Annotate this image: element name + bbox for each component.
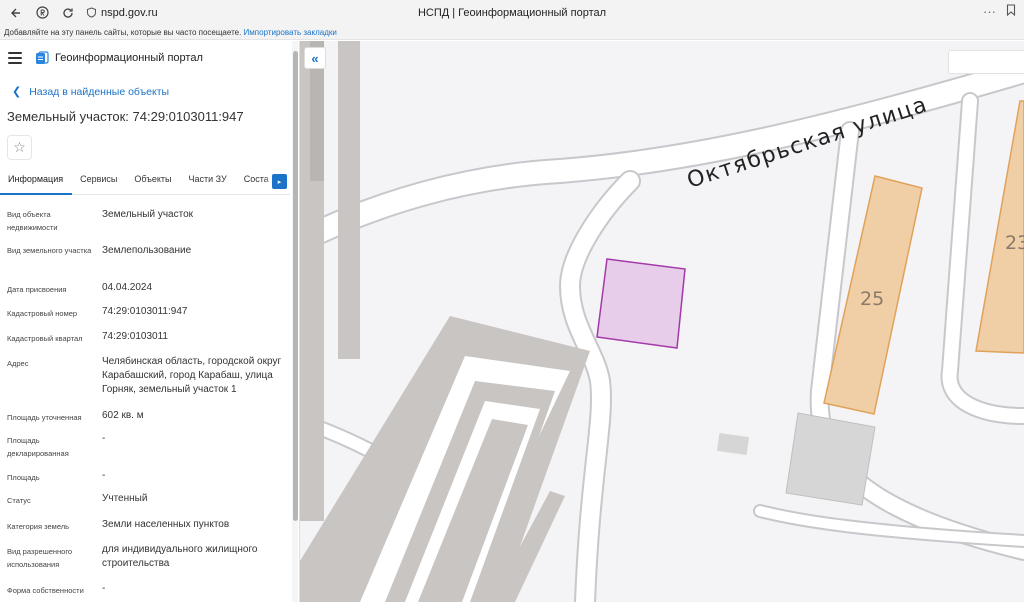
favorite-button[interactable]: ☆ xyxy=(7,135,32,160)
object-title: Земельный участок: 74:29:0103011:947 xyxy=(7,109,244,124)
status-value: Учтенный xyxy=(102,493,148,504)
double-chevron-left-icon: « xyxy=(311,50,319,66)
chevron-left-icon: ❮ xyxy=(12,86,22,98)
property-label: Площадь уточненная xyxy=(7,413,82,422)
bookmarks-bar: Добавляйте на эту панель сайты, которые … xyxy=(0,25,1024,40)
property-label: Статус xyxy=(7,496,31,505)
property-label: Кадастровый номер xyxy=(7,309,78,318)
map-view[interactable]: Октябрьская улица 25 23 xyxy=(300,41,1024,602)
import-bookmarks-link[interactable]: Импортировать закладки xyxy=(244,28,337,37)
property-label: Площадь xyxy=(7,473,40,482)
portal-logo-icon xyxy=(36,51,49,64)
property-label: Вид земельного участка xyxy=(7,246,92,255)
more-icon[interactable]: ··· xyxy=(983,4,996,19)
property-value: - xyxy=(102,433,106,444)
tabs-scroll-right-button[interactable]: ▸ xyxy=(272,174,287,189)
object-info-panel: Геоинформационный портал ❮ Назад в найде… xyxy=(0,41,300,602)
panel-scrollbar-thumb[interactable] xyxy=(293,51,298,521)
building-number-23: 23 xyxy=(1005,232,1024,254)
browser-tab-title: НСПД | Геоинформационный портал xyxy=(417,6,607,19)
property-value: Землепользование xyxy=(102,245,192,256)
property-value: Земли населенных пунктов xyxy=(102,519,230,530)
browser-toolbar: nspd.gov.ru НСПД | Геоинформационный пор… xyxy=(0,0,1024,25)
selected-parcel[interactable] xyxy=(596,258,686,349)
map-search-box[interactable] xyxy=(948,50,1024,74)
map-canvas[interactable]: Октябрьская улица 25 23 xyxy=(300,41,1024,602)
property-value: 602 кв. м xyxy=(102,410,144,421)
property-label: Категория земель xyxy=(7,522,70,531)
property-label: Площадь декларированная xyxy=(7,436,69,458)
property-value: 04.04.2024 xyxy=(102,282,153,293)
back-link-label: Назад в найденные объекты xyxy=(29,85,170,98)
property-value: - xyxy=(102,470,106,481)
bookmark-icon[interactable] xyxy=(1006,4,1016,19)
building-number-25: 25 xyxy=(860,288,884,310)
tab-objects[interactable]: Объекты xyxy=(126,169,180,195)
property-label: Кадастровый квартал xyxy=(7,334,83,343)
property-label: Вид разрешенного использования xyxy=(7,547,73,569)
collapse-panel-button[interactable]: « xyxy=(304,47,326,69)
tab-info[interactable]: Информация xyxy=(0,169,73,195)
property-label: Вид объекта недвижимости xyxy=(7,210,58,232)
property-label: Дата присвоения xyxy=(7,285,67,294)
address-value: Челябинская область, городской округ Кар… xyxy=(102,356,282,395)
property-value: - xyxy=(102,583,106,594)
tab-services[interactable]: Сервисы xyxy=(72,169,126,195)
property-label: Форма собственности xyxy=(7,586,84,595)
app-header: Геоинформационный портал xyxy=(0,41,299,75)
back-to-results-link[interactable]: ❮ Назад в найденные объекты xyxy=(12,85,170,99)
bookmarks-hint: Добавляйте на эту панель сайты, которые … xyxy=(4,28,242,37)
property-value: 74:29:0103011:947 xyxy=(102,306,188,317)
property-value: 74:29:0103011 xyxy=(102,331,168,342)
app-title: Геоинформационный портал xyxy=(55,52,203,64)
star-icon: ☆ xyxy=(13,139,26,155)
property-label: Адрес xyxy=(7,359,29,368)
info-tabs: Информация Сервисы Объекты Части ЗУ Сост… xyxy=(0,169,290,195)
tab-parcel-parts[interactable]: Части ЗУ xyxy=(181,169,236,195)
hamburger-menu-icon[interactable] xyxy=(8,52,22,64)
property-value: Земельный участок xyxy=(102,209,194,220)
property-value: для индивидуального жилищного строительс… xyxy=(102,544,258,569)
